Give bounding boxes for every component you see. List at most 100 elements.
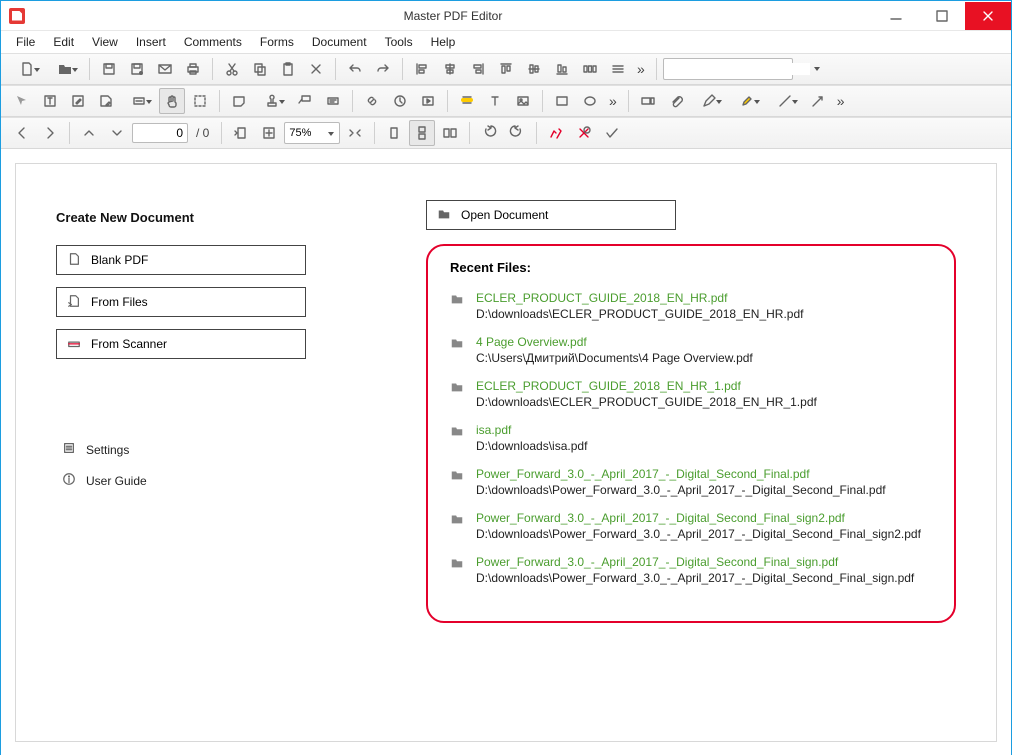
next-page-button[interactable] [37,120,63,146]
actual-size-button[interactable] [228,120,254,146]
new-document-button[interactable] [9,56,45,82]
menu-insert[interactable]: Insert [127,33,175,51]
align-center-h-button[interactable] [437,56,463,82]
stamp-button[interactable] [254,88,290,114]
separator [402,58,403,80]
open-document-button[interactable]: Open Document [426,200,676,230]
insert-text-button[interactable] [482,88,508,114]
select-text-button[interactable] [121,88,157,114]
save-button[interactable] [96,56,122,82]
blank-pdf-button[interactable]: Blank PDF [56,245,306,275]
ellipse-button[interactable] [577,88,603,114]
recent-file-item[interactable]: Power_Forward_3.0_-_April_2017_-_Digital… [450,555,932,585]
facing-button[interactable] [437,120,463,146]
attachment-button[interactable] [387,88,413,114]
page-number-input[interactable] [132,123,188,143]
highlighter-tool-button[interactable] [729,88,765,114]
pencil-tool-button[interactable] [691,88,727,114]
maximize-button[interactable] [919,2,965,30]
recent-file-item[interactable]: isa.pdfD:\downloads\isa.pdf [450,423,932,453]
textbox-button[interactable] [320,88,346,114]
align-center-v-button[interactable] [521,56,547,82]
insert-image-button[interactable] [510,88,536,114]
scanner-icon [67,336,81,353]
next-view-button[interactable] [104,120,130,146]
menu-file[interactable]: File [7,33,44,51]
settings-link[interactable]: Settings [56,441,356,458]
paste-button[interactable] [275,56,301,82]
menu-comments[interactable]: Comments [175,33,251,51]
email-button[interactable] [152,56,178,82]
copy-button[interactable] [247,56,273,82]
recent-file-item[interactable]: Power_Forward_3.0_-_April_2017_-_Digital… [450,511,932,541]
continuous-button[interactable] [409,120,435,146]
highlight-text-button[interactable] [454,88,480,114]
initial-check-button[interactable] [543,120,569,146]
menu-help[interactable]: Help [422,33,465,51]
undo-button[interactable] [342,56,368,82]
fit-width-button[interactable] [342,120,368,146]
open-document-button[interactable] [47,56,83,82]
prev-page-button[interactable] [9,120,35,146]
recent-file-item[interactable]: ECLER_PRODUCT_GUIDE_2018_EN_HR_1.pdfD:\d… [450,379,932,409]
settings-icon [62,441,76,458]
menu-view[interactable]: View [83,33,127,51]
toolbar-overflow[interactable]: » [605,93,622,109]
select-tool-button[interactable] [9,88,35,114]
minimize-button[interactable] [873,2,919,30]
form-text-field-button[interactable] [635,88,661,114]
hand-tool-button[interactable] [159,88,185,114]
from-scanner-button[interactable]: From Scanner [56,329,306,359]
rectangle-button[interactable] [549,88,575,114]
toolbar-overflow[interactable]: » [833,93,850,109]
recent-file-item[interactable]: 4 Page Overview.pdfC:\Users\Дмитрий\Docu… [450,335,932,365]
menu-forms[interactable]: Forms [251,33,303,51]
align-top-button[interactable] [493,56,519,82]
single-page-button[interactable] [381,120,407,146]
from-files-button[interactable]: From Files [56,287,306,317]
snapshot-button[interactable] [187,88,213,114]
recent-file-item[interactable]: Power_Forward_3.0_-_April_2017_-_Digital… [450,467,932,497]
paperclip-icon[interactable] [663,88,689,114]
video-button[interactable] [415,88,441,114]
initial-cross-button[interactable] [571,120,597,146]
align-bottom-button[interactable] [549,56,575,82]
edit-text-button[interactable] [37,88,63,114]
user-guide-link[interactable]: User Guide [56,472,356,489]
close-button[interactable] [965,2,1011,30]
align-left-button[interactable] [409,56,435,82]
toolbar-overflow[interactable]: » [633,61,650,77]
search-box[interactable] [663,58,793,80]
menu-edit[interactable]: Edit [44,33,83,51]
separator [656,58,657,80]
toolbar-main: » [1,53,1011,85]
sticky-note-button[interactable] [226,88,252,114]
line-tool-button[interactable] [767,88,803,114]
folder-icon [450,424,464,453]
edit-document-button[interactable] [65,88,91,114]
recent-file-item[interactable]: ECLER_PRODUCT_GUIDE_2018_EN_HR.pdfD:\dow… [450,291,932,321]
menu-tools[interactable]: Tools [376,33,422,51]
zoom-select[interactable]: 75% [284,122,340,144]
print-button[interactable] [180,56,206,82]
checkmark-button[interactable] [599,120,625,146]
save-as-button[interactable] [124,56,150,82]
cut-button[interactable] [219,56,245,82]
fit-page-button[interactable] [256,120,282,146]
search-input[interactable] [668,63,810,75]
rotate-right-button[interactable] [504,120,530,146]
align-right-button[interactable] [465,56,491,82]
arrow-tool-button[interactable] [805,88,831,114]
edit-forms-button[interactable] [93,88,119,114]
menu-document[interactable]: Document [303,33,376,51]
distribute-button[interactable] [577,56,603,82]
user-guide-label: User Guide [86,474,147,488]
redo-button[interactable] [370,56,396,82]
callout-button[interactable] [292,88,318,114]
chevron-down-icon[interactable] [814,67,820,71]
link-button[interactable] [359,88,385,114]
delete-button[interactable] [303,56,329,82]
rotate-left-button[interactable] [476,120,502,146]
align-more-button[interactable] [605,56,631,82]
prev-view-button[interactable] [76,120,102,146]
